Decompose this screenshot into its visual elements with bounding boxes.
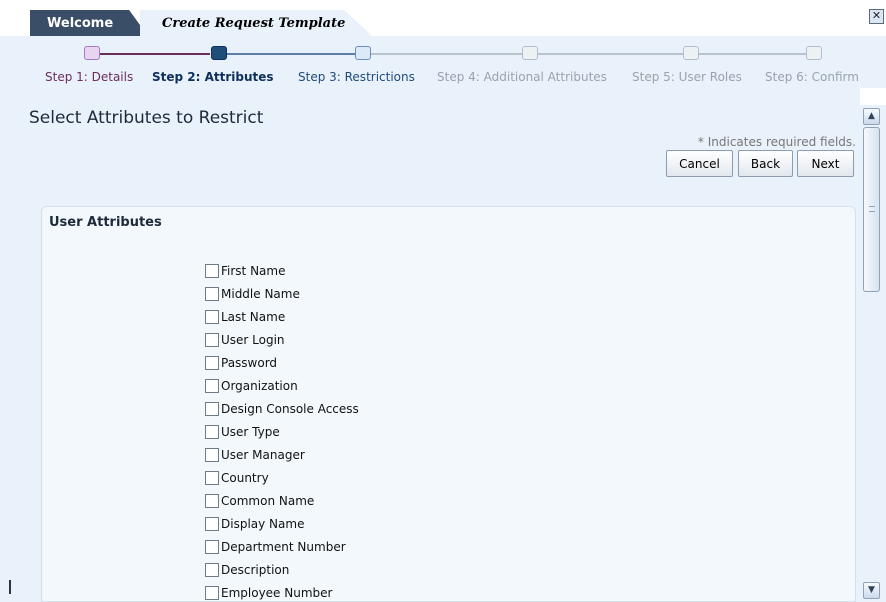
attribute-checkbox[interactable] <box>205 401 219 416</box>
attribute-list: First Name Middle Name Last Name User Lo… <box>205 259 359 602</box>
user-attributes-panel: User Attributes First Name Middle Name L… <box>41 206 856 602</box>
attribute-item: Organization <box>205 374 359 397</box>
attribute-label[interactable]: User Login <box>221 333 285 347</box>
step-4-label: Step 4: Additional Attributes <box>437 70 607 84</box>
attribute-checkbox[interactable] <box>205 424 219 439</box>
attribute-checkbox[interactable] <box>205 516 219 531</box>
step-6-label: Step 6: Confirm <box>765 70 859 84</box>
attribute-label[interactable]: Display Name <box>221 517 304 531</box>
next-button[interactable]: Next <box>797 150 854 177</box>
tab-welcome[interactable]: Welcome <box>30 10 148 36</box>
attribute-label[interactable]: Design Console Access <box>221 402 359 416</box>
tab-create-request-template[interactable]: Create Request Template <box>140 10 372 36</box>
attribute-checkbox[interactable] <box>205 378 219 393</box>
attribute-item: User Manager <box>205 443 359 466</box>
step-1-label[interactable]: Step 1: Details <box>45 70 133 84</box>
required-fields-note: * Indicates required fields. <box>697 135 856 149</box>
attribute-checkbox[interactable] <box>205 470 219 485</box>
attribute-label[interactable]: Middle Name <box>221 287 300 301</box>
attribute-item: User Login <box>205 328 359 351</box>
vertical-scrollbar[interactable]: ▲ ▼ <box>860 105 886 602</box>
main-content: Select Attributes to Restrict * Indicate… <box>0 88 860 602</box>
tab-bar: Welcome Create Request Template ✕ <box>0 0 886 38</box>
attribute-item: Display Name <box>205 512 359 535</box>
attribute-checkbox[interactable] <box>205 286 219 301</box>
attribute-item: Description <box>205 558 359 581</box>
text-cursor-mark <box>9 580 11 594</box>
attribute-item: Department Number <box>205 535 359 558</box>
attribute-checkbox[interactable] <box>205 493 219 508</box>
attribute-item: Password <box>205 351 359 374</box>
attribute-item: Common Name <box>205 489 359 512</box>
attribute-label[interactable]: Description <box>221 563 289 577</box>
attribute-label[interactable]: Last Name <box>221 310 285 324</box>
attribute-item: User Type <box>205 420 359 443</box>
attribute-checkbox[interactable] <box>205 585 219 600</box>
attribute-checkbox[interactable] <box>205 355 219 370</box>
step-2-label: Step 2: Attributes <box>152 70 274 84</box>
attribute-label[interactable]: First Name <box>221 264 285 278</box>
step-3-marker[interactable] <box>355 46 371 60</box>
cancel-button[interactable]: Cancel <box>666 150 733 177</box>
attribute-checkbox[interactable] <box>205 562 219 577</box>
attribute-label[interactable]: Common Name <box>221 494 314 508</box>
step-5-label: Step 5: User Roles <box>632 70 742 84</box>
attribute-label[interactable]: Department Number <box>221 540 346 554</box>
attribute-checkbox[interactable] <box>205 309 219 324</box>
attribute-item: Country <box>205 466 359 489</box>
attribute-checkbox[interactable] <box>205 447 219 462</box>
train-connector-visited <box>98 53 210 55</box>
attribute-label[interactable]: Employee Number <box>221 586 332 600</box>
attribute-checkbox[interactable] <box>205 263 219 278</box>
attribute-item: Design Console Access <box>205 397 359 420</box>
step-4-marker <box>522 46 538 60</box>
attribute-checkbox[interactable] <box>205 539 219 554</box>
scroll-up-icon[interactable]: ▲ <box>863 108 880 125</box>
train-connector-unvisited <box>370 53 810 55</box>
attribute-item: Last Name <box>205 305 359 328</box>
attribute-label[interactable]: Organization <box>221 379 298 393</box>
attribute-checkbox[interactable] <box>205 332 219 347</box>
attribute-item: Middle Name <box>205 282 359 305</box>
grip-icon <box>869 206 875 212</box>
step-6-marker <box>806 46 822 60</box>
scroll-thumb[interactable] <box>863 127 880 292</box>
back-button[interactable]: Back <box>738 150 793 177</box>
step-2-marker <box>211 46 227 60</box>
attribute-label[interactable]: Country <box>221 471 269 485</box>
attribute-item: Employee Number <box>205 581 359 602</box>
attribute-label[interactable]: Password <box>221 356 277 370</box>
train-connector-next <box>226 53 356 55</box>
attribute-label[interactable]: User Type <box>221 425 280 439</box>
panel-header: User Attributes <box>49 215 162 230</box>
attribute-label[interactable]: User Manager <box>221 448 305 462</box>
page-title: Select Attributes to Restrict <box>29 108 264 128</box>
attribute-item: First Name <box>205 259 359 282</box>
wizard-train: Step 1: Details Step 2: Attributes Step … <box>0 36 886 88</box>
close-icon[interactable]: ✕ <box>869 9 884 24</box>
scroll-down-icon[interactable]: ▼ <box>863 582 880 599</box>
step-3-label[interactable]: Step 3: Restrictions <box>298 70 415 84</box>
step-5-marker <box>683 46 699 60</box>
step-1-marker[interactable] <box>84 46 100 60</box>
